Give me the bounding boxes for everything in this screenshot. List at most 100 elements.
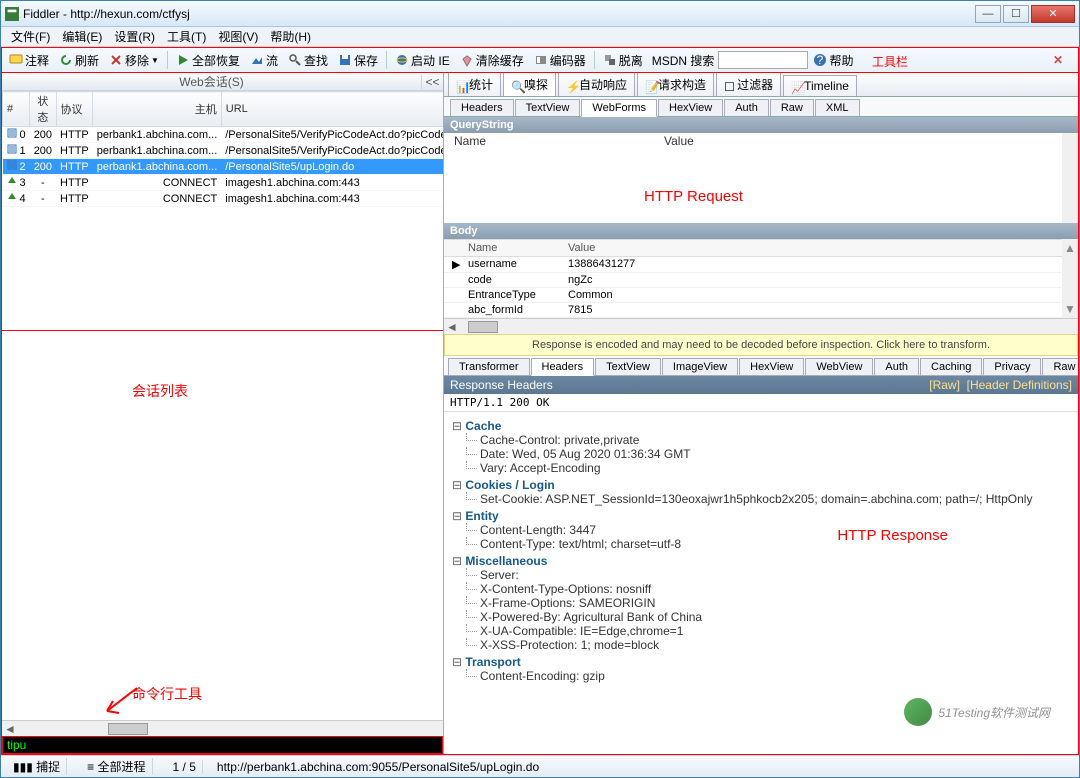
tree-item[interactable]: Content-Length: 3447 bbox=[452, 523, 1070, 537]
sessions-empty-area: 会话列表 命令行工具 bbox=[2, 331, 443, 720]
request-tabs: Headers TextView WebForms HexView Auth R… bbox=[444, 97, 1078, 117]
tree-group[interactable]: Miscellaneous bbox=[452, 554, 1070, 568]
decode-banner[interactable]: Response is encoded and may need to be d… bbox=[444, 334, 1078, 356]
tree-item[interactable]: Content-Type: text/html; charset=utf-8 bbox=[452, 537, 1070, 551]
tree-item[interactable]: Server: bbox=[452, 568, 1070, 582]
tree-group[interactable]: Transport bbox=[452, 655, 1070, 669]
resume-all-button[interactable]: 全部恢复 bbox=[171, 50, 245, 71]
wechat-icon bbox=[904, 698, 932, 726]
reqtab-headers[interactable]: Headers bbox=[450, 99, 514, 116]
resptab-privacy[interactable]: Privacy bbox=[983, 358, 1041, 375]
tree-group[interactable]: Entity bbox=[452, 509, 1070, 523]
reqtab-webforms[interactable]: WebForms bbox=[581, 99, 657, 117]
tree-item[interactable]: Set-Cookie: ASP.NET_SessionId=130eoxajwr… bbox=[452, 492, 1070, 506]
session-row[interactable]: 0200HTTPperbank1.abchina.com.../Personal… bbox=[3, 127, 444, 143]
detach-icon bbox=[603, 53, 617, 67]
reqtab-textview[interactable]: TextView bbox=[515, 99, 581, 116]
resptab-caching[interactable]: Caching bbox=[920, 358, 982, 375]
tab-timeline[interactable]: 📈Timeline bbox=[783, 75, 857, 96]
close-button[interactable]: ✕ bbox=[1031, 5, 1075, 23]
detach-button[interactable]: 脱离 bbox=[598, 50, 648, 71]
tree-item[interactable]: X-UA-Compatible: IE=Edge,chrome=1 bbox=[452, 624, 1070, 638]
tree-group[interactable]: Cache bbox=[452, 419, 1070, 433]
sessions-grid[interactable]: # 状态 协议 主机 URL 0200HTTPperbank1.abchina.… bbox=[2, 91, 443, 331]
resptab-auth[interactable]: Auth bbox=[874, 358, 919, 375]
session-row[interactable]: 4-HTTPCONNECTimagesh1.abchina.com:443 bbox=[3, 191, 444, 207]
process-filter[interactable]: ≡ 全部进程 bbox=[81, 758, 152, 775]
minimize-button[interactable]: — bbox=[975, 5, 1001, 23]
tree-item[interactable]: Cache-Control: private,private bbox=[452, 433, 1070, 447]
body-hscroll[interactable]: ◄ bbox=[444, 318, 1078, 334]
left-pane: Web会话(S) << # 状态 协议 主机 URL 0200HTTPperba… bbox=[2, 73, 444, 754]
tab-inspectors[interactable]: 🔍嗅探 bbox=[503, 73, 556, 96]
tree-group[interactable]: Cookies / Login bbox=[452, 478, 1070, 492]
resptab-transformer[interactable]: Transformer bbox=[448, 358, 530, 375]
tab-autoresponder[interactable]: ⚡自动响应 bbox=[558, 73, 635, 96]
session-row[interactable]: 2200HTTPperbank1.abchina.com.../Personal… bbox=[3, 159, 444, 175]
resptab-headers[interactable]: Headers bbox=[531, 358, 595, 376]
right-pane: 📊统计 🔍嗅探 ⚡自动响应 📝请求构造 ☐过滤器 📈Timeline Heade… bbox=[444, 73, 1078, 754]
tree-item[interactable]: X-Powered-By: Agricultural Bank of China bbox=[452, 610, 1070, 624]
quickexec-input[interactable]: tipu bbox=[2, 736, 443, 754]
comment-icon bbox=[9, 53, 23, 67]
body-vscroll[interactable]: ▲▼ bbox=[1062, 239, 1078, 318]
menu-file[interactable]: 文件(F) bbox=[5, 26, 56, 47]
body-row[interactable]: codengZc bbox=[444, 273, 1062, 288]
menu-settings[interactable]: 设置(R) bbox=[108, 26, 161, 47]
resptab-raw[interactable]: Raw bbox=[1042, 358, 1079, 375]
clear-cache-button[interactable]: 清除缓存 bbox=[455, 50, 529, 71]
window-title: Fiddler - http://hexun.com/ctfysj bbox=[19, 7, 975, 21]
help-button[interactable]: ?帮助 bbox=[808, 50, 858, 71]
body-header: Body bbox=[444, 223, 1078, 239]
toolbar-close-icon[interactable]: ✕ bbox=[1048, 53, 1068, 67]
menu-help[interactable]: 帮助(H) bbox=[264, 26, 317, 47]
titlebar[interactable]: Fiddler - http://hexun.com/ctfysj — ☐ ✕ bbox=[1, 1, 1079, 27]
raw-link[interactable]: [Raw] bbox=[929, 378, 960, 392]
body-row[interactable]: abc_formId7815 bbox=[444, 303, 1062, 318]
reqtab-auth[interactable]: Auth bbox=[724, 99, 769, 116]
app-icon bbox=[5, 7, 19, 21]
menu-tools[interactable]: 工具(T) bbox=[161, 26, 212, 47]
msdn-search-input[interactable] bbox=[718, 51, 808, 69]
reqtab-xml[interactable]: XML bbox=[815, 99, 860, 116]
reqtab-raw[interactable]: Raw bbox=[770, 99, 814, 116]
sessions-header: Web会话(S) << bbox=[2, 73, 443, 91]
session-row[interactable]: 3-HTTPCONNECTimagesh1.abchina.com:443 bbox=[3, 175, 444, 191]
qs-vscroll[interactable] bbox=[1062, 133, 1078, 223]
save-icon bbox=[338, 53, 352, 67]
launch-ie-button[interactable]: 启动 IE bbox=[390, 50, 455, 71]
reqtab-hexview[interactable]: HexView bbox=[658, 99, 723, 116]
capture-toggle[interactable]: ▮▮▮ 捕捉 bbox=[7, 758, 67, 775]
session-count: 1 / 5 bbox=[167, 760, 203, 774]
menu-view[interactable]: 视图(V) bbox=[212, 26, 264, 47]
left-hscroll[interactable]: ◄ bbox=[2, 720, 443, 736]
body-row[interactable]: ▶username13886431277 bbox=[444, 257, 1062, 273]
comment-button[interactable]: 注释 bbox=[4, 50, 54, 71]
find-button[interactable]: 查找 bbox=[283, 50, 333, 71]
tree-item[interactable]: Date: Wed, 05 Aug 2020 01:36:34 GMT bbox=[452, 447, 1070, 461]
tree-item[interactable]: X-Content-Type-Options: nosniff bbox=[452, 582, 1070, 596]
tab-filters[interactable]: ☐过滤器 bbox=[716, 73, 781, 96]
remove-button[interactable]: 移除▼ bbox=[104, 50, 164, 71]
menu-edit[interactable]: 编辑(E) bbox=[56, 26, 108, 47]
refresh-button[interactable]: 刷新 bbox=[54, 50, 104, 71]
resptab-hexview[interactable]: HexView bbox=[739, 358, 804, 375]
session-row[interactable]: 1200HTTPperbank1.abchina.com.../Personal… bbox=[3, 143, 444, 159]
defs-link[interactable]: [Header Definitions] bbox=[967, 378, 1072, 392]
resptab-imageview[interactable]: ImageView bbox=[662, 358, 738, 375]
tree-item[interactable]: X-XSS-Protection: 1; mode=block bbox=[452, 638, 1070, 652]
tree-item[interactable]: X-Frame-Options: SAMEORIGIN bbox=[452, 596, 1070, 610]
save-button[interactable]: 保存 bbox=[333, 50, 383, 71]
tree-item[interactable]: Vary: Accept-Encoding bbox=[452, 461, 1070, 475]
resptab-textview[interactable]: TextView bbox=[595, 358, 661, 375]
resptab-webview[interactable]: WebView bbox=[805, 358, 873, 375]
collapse-button[interactable]: << bbox=[421, 75, 443, 89]
maximize-button[interactable]: ☐ bbox=[1003, 5, 1029, 23]
encoder-button[interactable]: 编码器 bbox=[529, 50, 591, 71]
response-tabs: Transformer Headers TextView ImageView H… bbox=[444, 356, 1078, 376]
tree-item[interactable]: Content-Encoding: gzip bbox=[452, 669, 1070, 683]
stream-button[interactable]: 流 bbox=[245, 50, 283, 71]
tab-stats[interactable]: 📊统计 bbox=[448, 73, 501, 96]
tab-composer[interactable]: 📝请求构造 bbox=[637, 73, 714, 96]
body-row[interactable]: EntranceTypeCommon bbox=[444, 288, 1062, 303]
